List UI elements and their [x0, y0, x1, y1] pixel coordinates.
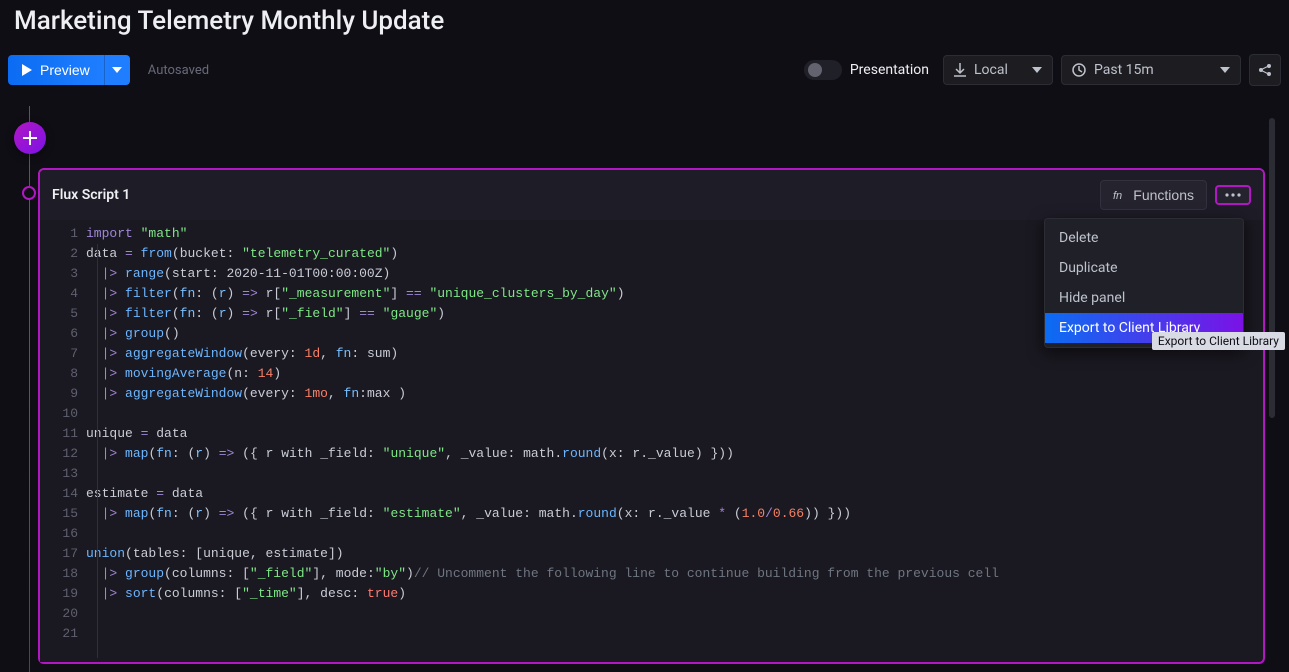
more-icon — [1225, 193, 1241, 197]
toggle-track — [804, 60, 842, 80]
line-number: 1 — [40, 224, 78, 244]
line-number: 8 — [40, 364, 78, 384]
cell-header: Flux Script 1 fn Functions — [40, 170, 1263, 220]
tooltip: Export to Client Library — [1152, 332, 1285, 350]
functions-button[interactable]: fn Functions — [1100, 180, 1207, 210]
line-number: 2 — [40, 244, 78, 264]
presentation-label: Presentation — [850, 62, 929, 78]
clock-icon — [1072, 63, 1086, 77]
caret-down-icon — [1220, 67, 1230, 73]
preview-button-group: Preview — [8, 55, 130, 85]
line-number: 18 — [40, 564, 78, 584]
source-icon — [954, 63, 966, 77]
line-number: 17 — [40, 544, 78, 564]
menu-item-hide-panel[interactable]: Hide panel — [1045, 283, 1243, 313]
line-number: 19 — [40, 584, 78, 604]
code-line[interactable]: |> group(columns: ["_field"], mode:"by")… — [86, 564, 1263, 584]
caret-down-icon — [1032, 67, 1042, 73]
line-number: 7 — [40, 344, 78, 364]
line-number: 21 — [40, 624, 78, 644]
menu-item-delete[interactable]: Delete — [1045, 223, 1243, 253]
source-select[interactable]: Local — [943, 55, 1053, 85]
code-line[interactable]: |> aggregateWindow(every: 1mo, fn:max ) — [86, 384, 1263, 404]
line-number: 16 — [40, 524, 78, 544]
code-line[interactable] — [86, 604, 1263, 624]
function-icon: fn — [1113, 188, 1127, 202]
toggle-thumb — [808, 63, 822, 77]
toolbar: Preview Autosaved Presentation Local Pas… — [0, 54, 1289, 86]
code-line[interactable]: estimate = data — [86, 484, 1263, 504]
line-number: 3 — [40, 264, 78, 284]
share-icon — [1258, 63, 1272, 77]
code-line[interactable]: unique = data — [86, 424, 1263, 444]
page-scrollbar[interactable] — [1269, 118, 1275, 418]
code-line[interactable]: |> map(fn: (r) => ({ r with _field: "est… — [86, 504, 1263, 524]
code-line[interactable]: |> movingAverage(n: 14) — [86, 364, 1263, 384]
code-line[interactable]: |> sort(columns: ["_time"], desc: true) — [86, 584, 1263, 604]
line-number: 9 — [40, 384, 78, 404]
line-number: 12 — [40, 444, 78, 464]
cell-menu-button[interactable] — [1215, 185, 1251, 205]
code-line[interactable]: |> map(fn: (r) => ({ r with _field: "uni… — [86, 444, 1263, 464]
line-number: 6 — [40, 324, 78, 344]
code-line[interactable]: union(tables: [unique, estimate]) — [86, 544, 1263, 564]
svg-text:fn: fn — [1113, 190, 1122, 202]
code-line[interactable] — [86, 464, 1263, 484]
code-line[interactable] — [86, 624, 1263, 644]
line-gutter: 123456789101112131415161718192021 — [40, 220, 86, 662]
cell-title[interactable]: Flux Script 1 — [52, 187, 130, 203]
preview-label: Preview — [40, 62, 90, 78]
line-number: 5 — [40, 304, 78, 324]
page-title: Marketing Telemetry Monthly Update — [0, 0, 1289, 54]
line-number: 4 — [40, 284, 78, 304]
line-number: 15 — [40, 504, 78, 524]
cell-context-menu: Delete Duplicate Hide panel Export to Cl… — [1044, 218, 1244, 348]
code-line[interactable] — [86, 524, 1263, 544]
preview-button[interactable]: Preview — [8, 55, 104, 85]
play-icon — [22, 64, 32, 76]
line-number: 10 — [40, 404, 78, 424]
source-label: Local — [974, 62, 1008, 78]
line-number: 20 — [40, 604, 78, 624]
share-button[interactable] — [1249, 54, 1281, 86]
caret-down-icon — [112, 67, 122, 73]
menu-item-duplicate[interactable]: Duplicate — [1045, 253, 1243, 283]
add-cell-button[interactable] — [14, 122, 46, 154]
code-line[interactable] — [86, 404, 1263, 424]
preview-dropdown[interactable] — [104, 55, 130, 85]
time-range-select[interactable]: Past 15m — [1061, 55, 1241, 85]
indent-guide — [97, 244, 98, 658]
plus-icon — [23, 131, 37, 145]
line-number: 14 — [40, 484, 78, 504]
presentation-toggle[interactable]: Presentation — [804, 60, 929, 80]
time-label: Past 15m — [1094, 62, 1154, 78]
autosaved-status: Autosaved — [138, 63, 209, 78]
line-number: 11 — [40, 424, 78, 444]
cell-timeline-notch — [22, 186, 36, 200]
line-number: 13 — [40, 464, 78, 484]
functions-label: Functions — [1133, 187, 1194, 203]
